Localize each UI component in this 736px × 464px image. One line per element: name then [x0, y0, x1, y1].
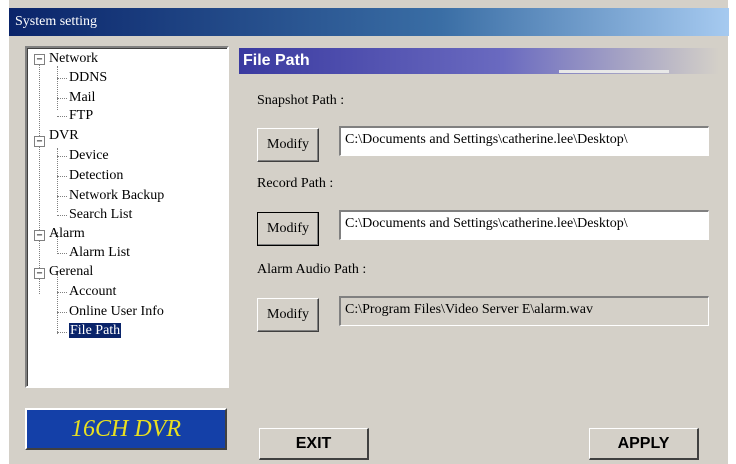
alarm-audio-path-label: Alarm Audio Path :	[257, 262, 367, 277]
tree-item-file-path[interactable]: File Path	[69, 321, 122, 341]
tree-item-ddns[interactable]: DDNS	[69, 68, 107, 88]
tree-connector	[39, 64, 40, 294]
collapse-general-icon[interactable]: −	[34, 268, 45, 279]
product-logo: 16CH DVR	[25, 408, 227, 450]
snapshot-modify-button[interactable]: Modify	[257, 128, 319, 162]
settings-tree[interactable]: − Network DDNS Mail FTP − DVR Device Det…	[25, 46, 229, 388]
tree-item-device[interactable]: Device	[69, 146, 109, 166]
tree-item-account[interactable]: Account	[69, 282, 116, 302]
collapse-network-icon[interactable]: −	[34, 54, 45, 65]
apply-button[interactable]: APPLY	[589, 428, 699, 460]
tree-item-network-backup[interactable]: Network Backup	[69, 186, 164, 206]
record-modify-button[interactable]: Modify	[257, 212, 319, 246]
tree-item-search-list[interactable]: Search List	[69, 205, 132, 225]
system-setting-window: System setting − Network DDNS Mail FTP −…	[8, 0, 729, 464]
snapshot-path-label: Snapshot Path :	[257, 93, 345, 108]
alarm-audio-path-field: C:\Program Files\Video Server E\alarm.wa…	[339, 296, 709, 326]
exit-button[interactable]: EXIT	[259, 428, 369, 460]
collapse-alarm-icon[interactable]: −	[34, 230, 45, 241]
tree-item-file-path-label: File Path	[69, 323, 122, 338]
section-title-text: File Path	[243, 52, 310, 69]
tree-group-dvr[interactable]: DVR	[49, 126, 79, 146]
tree-item-ftp[interactable]: FTP	[69, 106, 93, 126]
tree-item-online-user-info[interactable]: Online User Info	[69, 302, 164, 322]
tree-connector	[57, 148, 58, 212]
snapshot-path-field[interactable]: C:\Documents and Settings\catherine.lee\…	[339, 126, 709, 156]
tree-item-detection[interactable]: Detection	[69, 166, 123, 186]
collapse-dvr-icon[interactable]: −	[34, 136, 45, 147]
tree-item-mail[interactable]: Mail	[69, 88, 95, 108]
tree-group-general[interactable]: Gerenal	[49, 262, 93, 282]
tree-connector	[57, 274, 58, 334]
alarm-audio-modify-button[interactable]: Modify	[257, 298, 319, 332]
record-path-field[interactable]: C:\Documents and Settings\catherine.lee\…	[339, 210, 709, 240]
header-accent-bar	[559, 70, 669, 73]
tree-group-network[interactable]: Network	[49, 49, 98, 69]
tree-group-alarm[interactable]: Alarm	[49, 224, 85, 244]
tree-connector	[57, 66, 58, 110]
section-title: File Path	[239, 48, 719, 74]
tree-item-alarm-list[interactable]: Alarm List	[69, 243, 130, 263]
window-title: System setting	[9, 8, 729, 36]
record-path-label: Record Path :	[257, 176, 334, 191]
